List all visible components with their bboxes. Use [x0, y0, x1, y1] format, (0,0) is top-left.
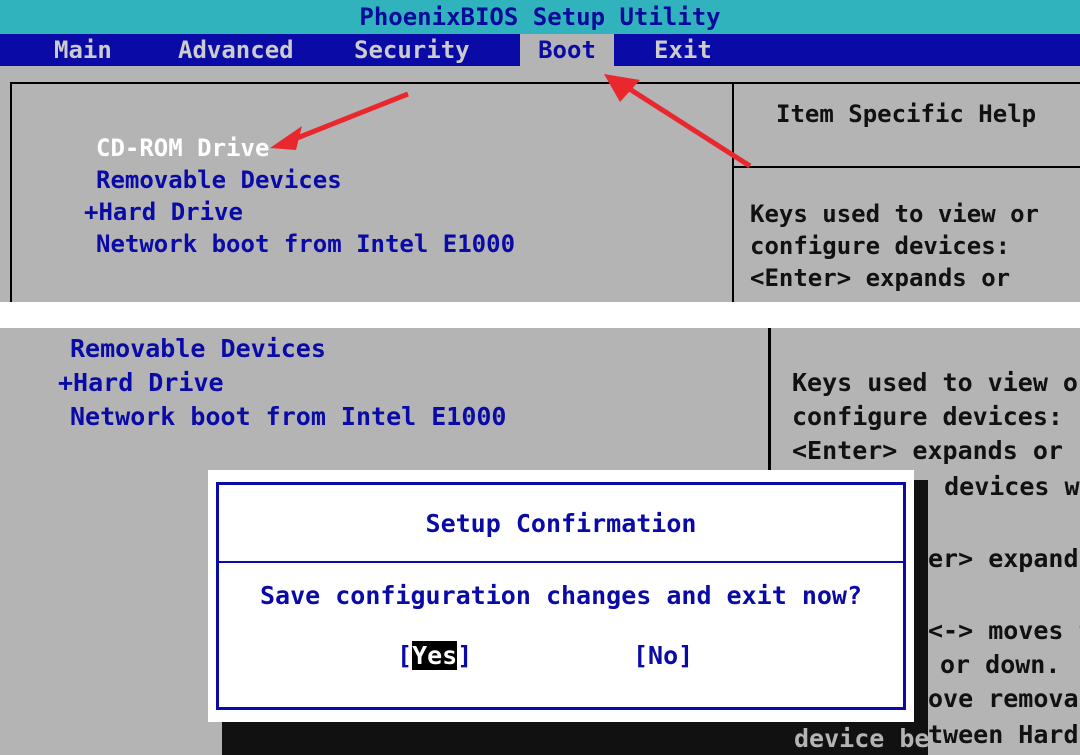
- boot-item-hard-drive[interactable]: +Hard Drive: [58, 368, 224, 397]
- yes-button[interactable]: [Yes]: [397, 641, 472, 670]
- tab-main[interactable]: Main: [54, 34, 112, 66]
- yes-label: Yes: [412, 641, 458, 670]
- dialog-title: Setup Confirmation: [425, 509, 697, 538]
- help-line: <Enter> expands or: [792, 436, 1063, 465]
- help-line: er> expand: [928, 544, 1079, 573]
- yes-bracket-left: [: [397, 641, 413, 670]
- boot-item-network[interactable]: Network boot from Intel E1000: [96, 230, 515, 258]
- menu-bar: Main Advanced Security Boot Exit: [0, 34, 1080, 66]
- help-line: Keys used to view o: [792, 368, 1078, 397]
- help-line: s devices w: [914, 472, 1080, 501]
- boot-item-network[interactable]: Network boot from Intel E1000: [70, 402, 507, 431]
- setup-confirmation-dialog: Setup Confirmation Save configuration ch…: [208, 470, 914, 722]
- tab-exit[interactable]: Exit: [654, 34, 712, 66]
- bios-boot-screen: PhoenixBIOS Setup Utility Main Advanced …: [0, 0, 1080, 302]
- dialog-shadow: device be: [222, 722, 930, 755]
- help-line: device be: [794, 724, 930, 753]
- help-line: configure devices:: [750, 232, 1011, 260]
- yes-bracket-right: ]: [457, 641, 473, 670]
- help-line: <-> moves t: [928, 616, 1080, 645]
- help-line: ove remova: [928, 684, 1079, 713]
- dialog-message: Save configuration changes and exit now?: [259, 581, 863, 610]
- boot-item-hard-drive[interactable]: +Hard Drive: [84, 198, 243, 226]
- help-line: configure devices:: [792, 402, 1063, 431]
- tab-boot[interactable]: Boot: [520, 34, 614, 66]
- tab-advanced[interactable]: Advanced: [178, 34, 294, 66]
- app-title: PhoenixBIOS Setup Utility: [0, 0, 1080, 34]
- dialog-border: Setup Confirmation Save configuration ch…: [216, 482, 906, 710]
- help-line: or down.: [940, 650, 1061, 679]
- help-divider: [734, 166, 1080, 168]
- help-line: <Enter> expands or: [750, 264, 1011, 292]
- help-line: tween Hard: [928, 720, 1079, 749]
- boot-item-cdrom[interactable]: CD-ROM Drive: [96, 134, 269, 162]
- boot-item-removable[interactable]: Removable Devices: [70, 334, 326, 363]
- boot-item-removable[interactable]: Removable Devices: [96, 166, 342, 194]
- tab-security[interactable]: Security: [354, 34, 470, 66]
- dialog-separator: [219, 561, 903, 563]
- no-button[interactable]: [No]: [633, 641, 693, 670]
- help-line: Keys used to view or: [750, 200, 1039, 228]
- help-title: Item Specific Help: [776, 100, 1037, 128]
- bios-confirm-screen: Removable Devices +Hard Drive Network bo…: [0, 328, 1080, 755]
